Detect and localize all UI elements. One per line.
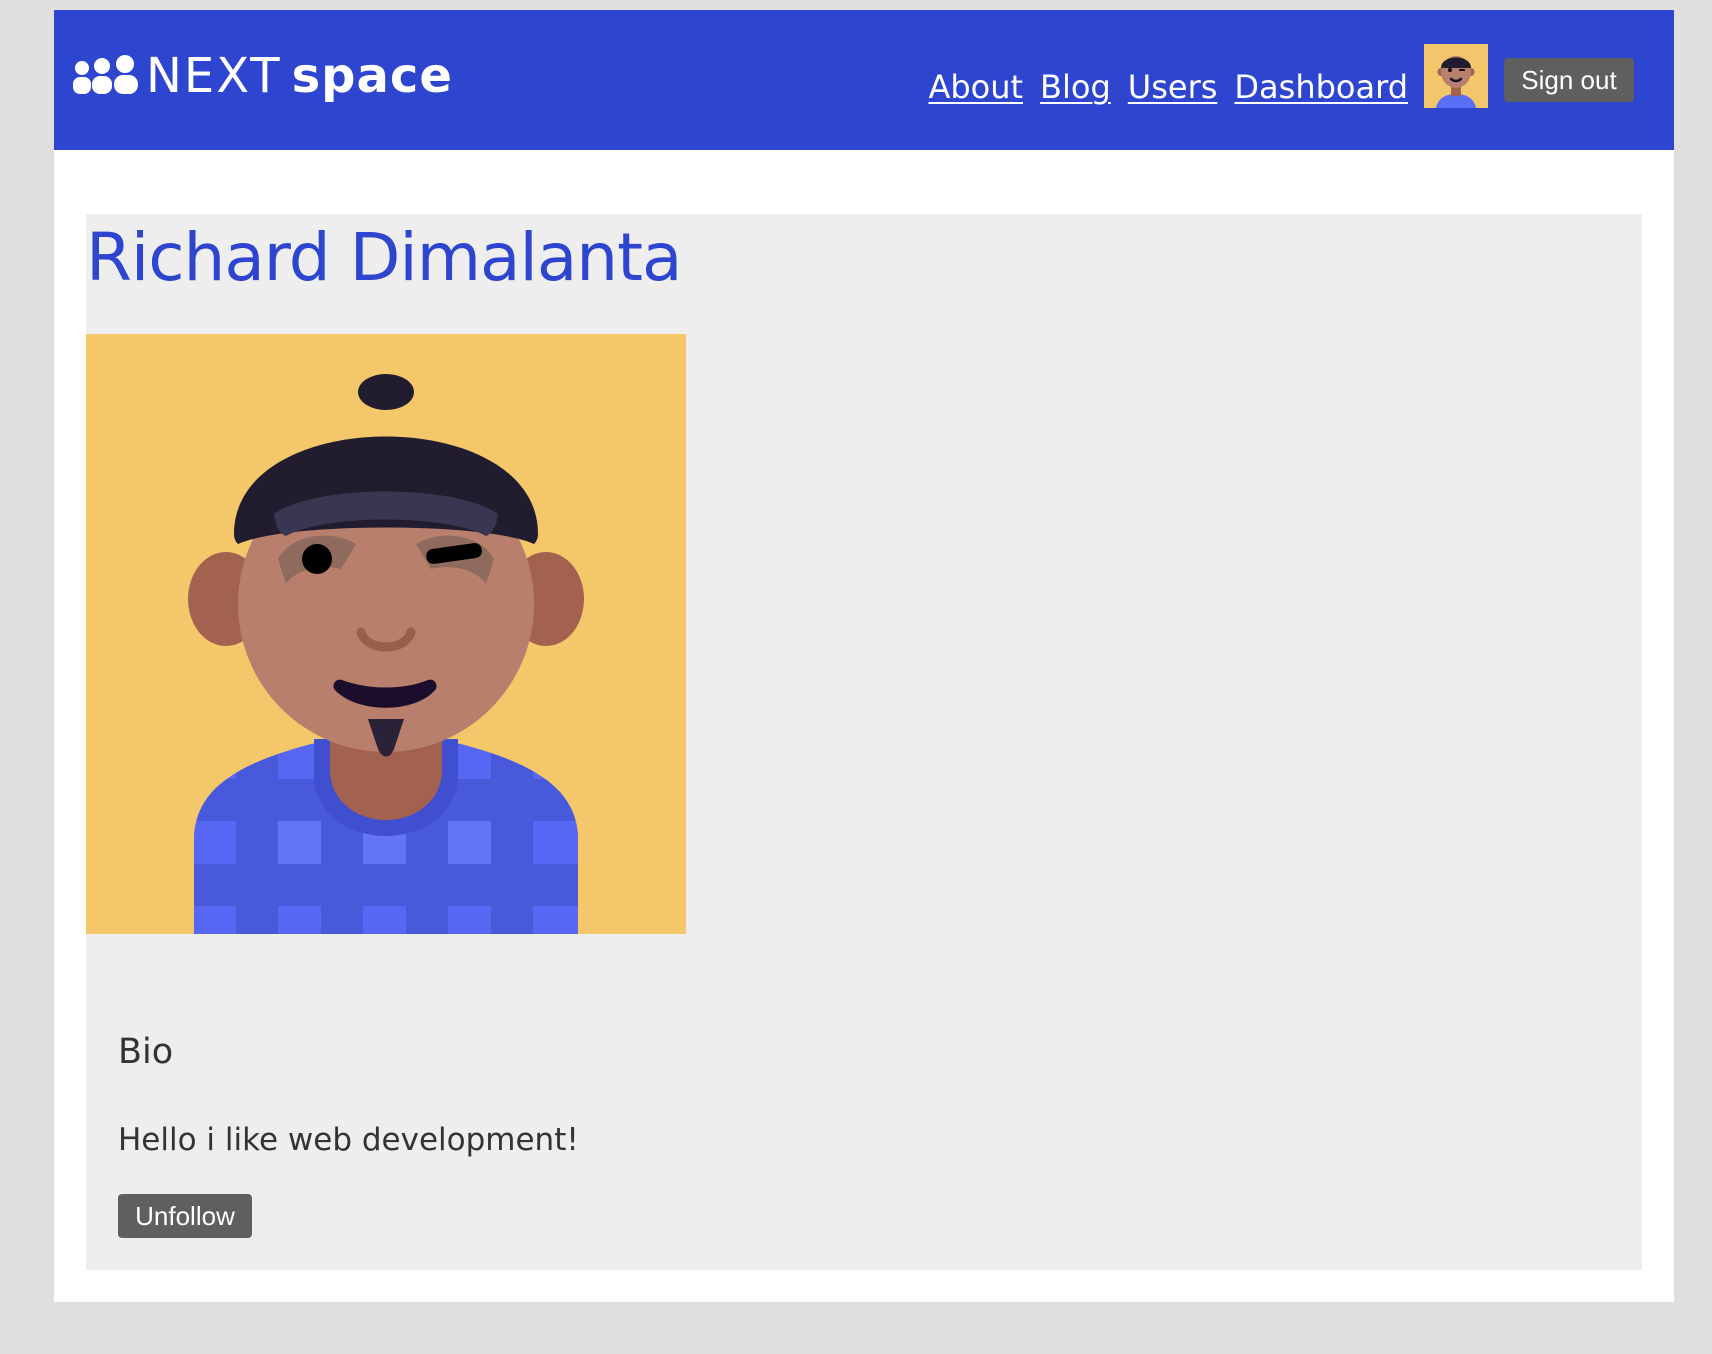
users-group-icon: [73, 55, 138, 94]
page-frame: NEXT space About Blog Users Dashboard Sig: [54, 10, 1674, 1302]
logo-text-space: space: [291, 48, 453, 104]
profile-avatar-image: [86, 334, 686, 934]
profile-card: Richard Dimalanta Bio Hello i like web d…: [86, 214, 1642, 1270]
profile-name: Richard Dimalanta: [86, 219, 682, 296]
user-avatar-illustration: [86, 334, 686, 934]
sign-out-button[interactable]: Sign out: [1504, 58, 1634, 102]
nav-link-about[interactable]: About: [928, 68, 1023, 106]
bio-text: Hello i like web development!: [118, 1122, 579, 1158]
logo-text-next: NEXT: [146, 48, 282, 104]
logo[interactable]: NEXT space: [72, 48, 453, 104]
nav-links: About Blog Users Dashboard: [928, 68, 1408, 106]
unfollow-button[interactable]: Unfollow: [118, 1194, 252, 1238]
logo-text: NEXT space: [146, 52, 453, 100]
avatar-illustration: [1424, 44, 1488, 108]
nav-link-blog[interactable]: Blog: [1040, 68, 1111, 106]
user-avatar-icon[interactable]: [1424, 44, 1488, 108]
nav-link-dashboard[interactable]: Dashboard: [1234, 68, 1408, 106]
navbar: NEXT space About Blog Users Dashboard Sig: [54, 10, 1674, 150]
bio-heading: Bio: [118, 1032, 174, 1072]
nav-link-users[interactable]: Users: [1128, 68, 1218, 106]
